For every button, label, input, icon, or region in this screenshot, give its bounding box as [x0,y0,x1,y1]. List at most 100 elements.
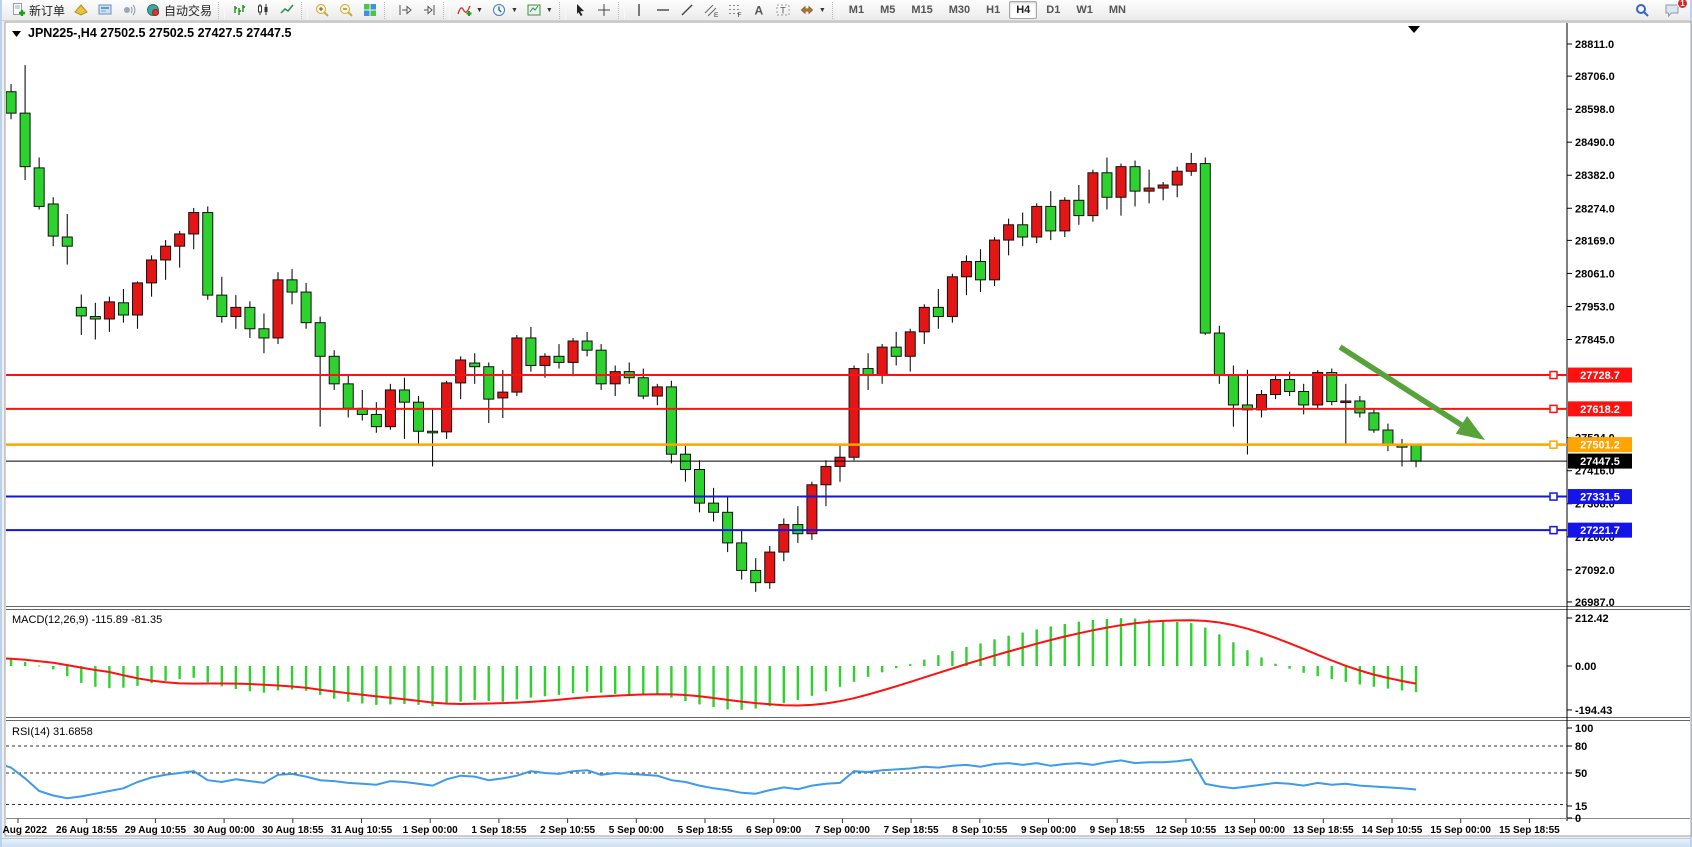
crosshair-button[interactable] [592,1,616,20]
mt4-application: 新订单自动交易▼▼▼EFAT▼M1M5M15M30H1H4D1W1MN1 288… [0,0,1692,847]
chart-canvas[interactable]: 28811.028706.028598.028490.028382.028274… [2,21,1692,838]
rsi-tick-label: 100 [1575,723,1593,735]
templates-button[interactable]: ▼ [522,1,557,20]
line-chart-button[interactable] [275,1,299,20]
periods-button[interactable]: ▼ [487,1,522,20]
rsi-tick-label: 50 [1575,768,1587,780]
vline-icon [631,2,647,18]
trendline-icon [679,2,695,18]
toolbar-separator [832,2,839,19]
candlestick-chart-button[interactable] [251,1,275,20]
auto-scroll-icon [397,2,413,18]
date-label: 5 Sep 18:55 [677,825,732,836]
channel-button[interactable]: E [699,1,723,20]
cursor-button[interactable] [568,1,592,20]
sound-button[interactable] [117,1,141,20]
date-label: 9 Sep 00:00 [1021,825,1076,836]
channel-icon: E [703,2,719,18]
hline-icon [655,2,671,18]
hline-handle[interactable] [1550,493,1557,500]
hline-handle[interactable] [1550,441,1557,448]
rsi-tick-label: 15 [1575,801,1587,813]
templates-icon [526,2,542,18]
hline-handle[interactable] [1550,405,1557,412]
timeframe-m5-button[interactable]: M5 [873,1,902,19]
chevron-down-icon: ▼ [511,7,518,14]
fibonacci-button[interactable]: F [723,1,747,20]
timeframe-m30-button[interactable]: M30 [942,1,977,19]
chart-profile-button[interactable] [69,1,93,20]
market-watch-button[interactable] [93,1,117,20]
autotrade-button-label: 自动交易 [164,2,212,19]
shapes-button[interactable]: ▼ [795,1,830,20]
rsi-label: RSI(14) 31.6858 [12,726,93,738]
fibonacci-icon: F [727,2,743,18]
zoom-out-button[interactable] [334,1,358,20]
text-button[interactable]: A [747,1,771,20]
timeframe-m1-button[interactable]: M1 [842,1,871,19]
bar-chart-icon [231,2,247,18]
date-label: 26 Aug 2022 [2,825,47,836]
date-label: 2 Sep 10:55 [540,825,595,836]
toolbar-separator [443,2,450,19]
line-chart-icon [279,2,295,18]
timeframe-h1-button[interactable]: H1 [979,1,1007,19]
price-tick-label: 28811.0 [1575,39,1614,51]
new-order-button[interactable]: 新订单 [6,1,69,20]
price-tick-label: 27845.0 [1575,334,1615,346]
hline-button[interactable] [651,1,675,20]
macd-tick-label: -194.43 [1575,705,1612,717]
label-button[interactable]: T [771,1,795,20]
autotrade-button[interactable]: 自动交易 [141,1,216,20]
timeframe-mn-button[interactable]: MN [1102,1,1133,19]
timeframe-h4-button[interactable]: H4 [1009,1,1037,19]
label-icon: T [775,2,791,18]
date-label: 5 Sep 00:00 [609,825,664,836]
hline-price-label: 27331.5 [1580,492,1620,504]
toolbar-separator [218,2,225,19]
candlestick-chart-icon [255,2,271,18]
date-label: 7 Sep 18:55 [884,825,939,836]
hline-price-label: 27501.2 [1580,440,1620,452]
auto-scroll-button[interactable] [393,1,417,20]
macd-tick-label: 212.42 [1575,613,1609,625]
chat-button[interactable]: 1 [1660,1,1684,20]
vline-button[interactable] [627,1,651,20]
zoom-out-icon [338,2,354,18]
price-tick-label: 28382.0 [1575,170,1615,182]
chart-shift-button[interactable] [417,1,441,20]
chart-profile-icon [73,2,89,18]
price-tick-label: 28169.0 [1575,235,1615,247]
autotrade-icon [145,2,161,18]
new-order-icon [10,2,26,18]
trendline-button[interactable] [675,1,699,20]
hline-price-label: 27618.2 [1580,404,1620,416]
price-tick-label: 28061.0 [1575,268,1615,280]
chart-title: JPN225-,H4 27502.5 27502.5 27427.5 27447… [28,26,291,40]
hline-handle[interactable] [1550,372,1557,379]
hline-price-label: 27221.7 [1580,525,1620,537]
indicators-button[interactable]: ▼ [452,1,487,20]
bar-chart-button[interactable] [227,1,251,20]
zoom-in-button[interactable] [310,1,334,20]
toolbar-separator [559,2,566,19]
timeframe-w1-button[interactable]: W1 [1069,1,1100,19]
sound-icon [121,2,137,18]
price-tick-label: 26987.0 [1575,597,1615,609]
date-label: 1 Sep 00:00 [403,825,458,836]
timeframe-d1-button[interactable]: D1 [1039,1,1067,19]
new-order-button-label: 新订单 [29,2,65,19]
date-label: 12 Sep 10:55 [1156,825,1217,836]
date-label: 9 Sep 18:55 [1090,825,1145,836]
shapes-icon [799,2,815,18]
toolbar-separator [384,2,391,19]
date-label: 26 Aug 18:55 [56,825,118,836]
indicators-icon [456,2,472,18]
macd-label: MACD(12,26,9) -115.89 -81.35 [12,614,162,626]
zoom-in-icon [314,2,330,18]
hline-handle[interactable] [1550,527,1557,534]
tile-windows-button[interactable] [358,1,382,20]
timeframe-m15-button[interactable]: M15 [904,1,939,19]
search-button[interactable] [1630,1,1654,20]
date-label: 14 Sep 10:55 [1362,825,1423,836]
